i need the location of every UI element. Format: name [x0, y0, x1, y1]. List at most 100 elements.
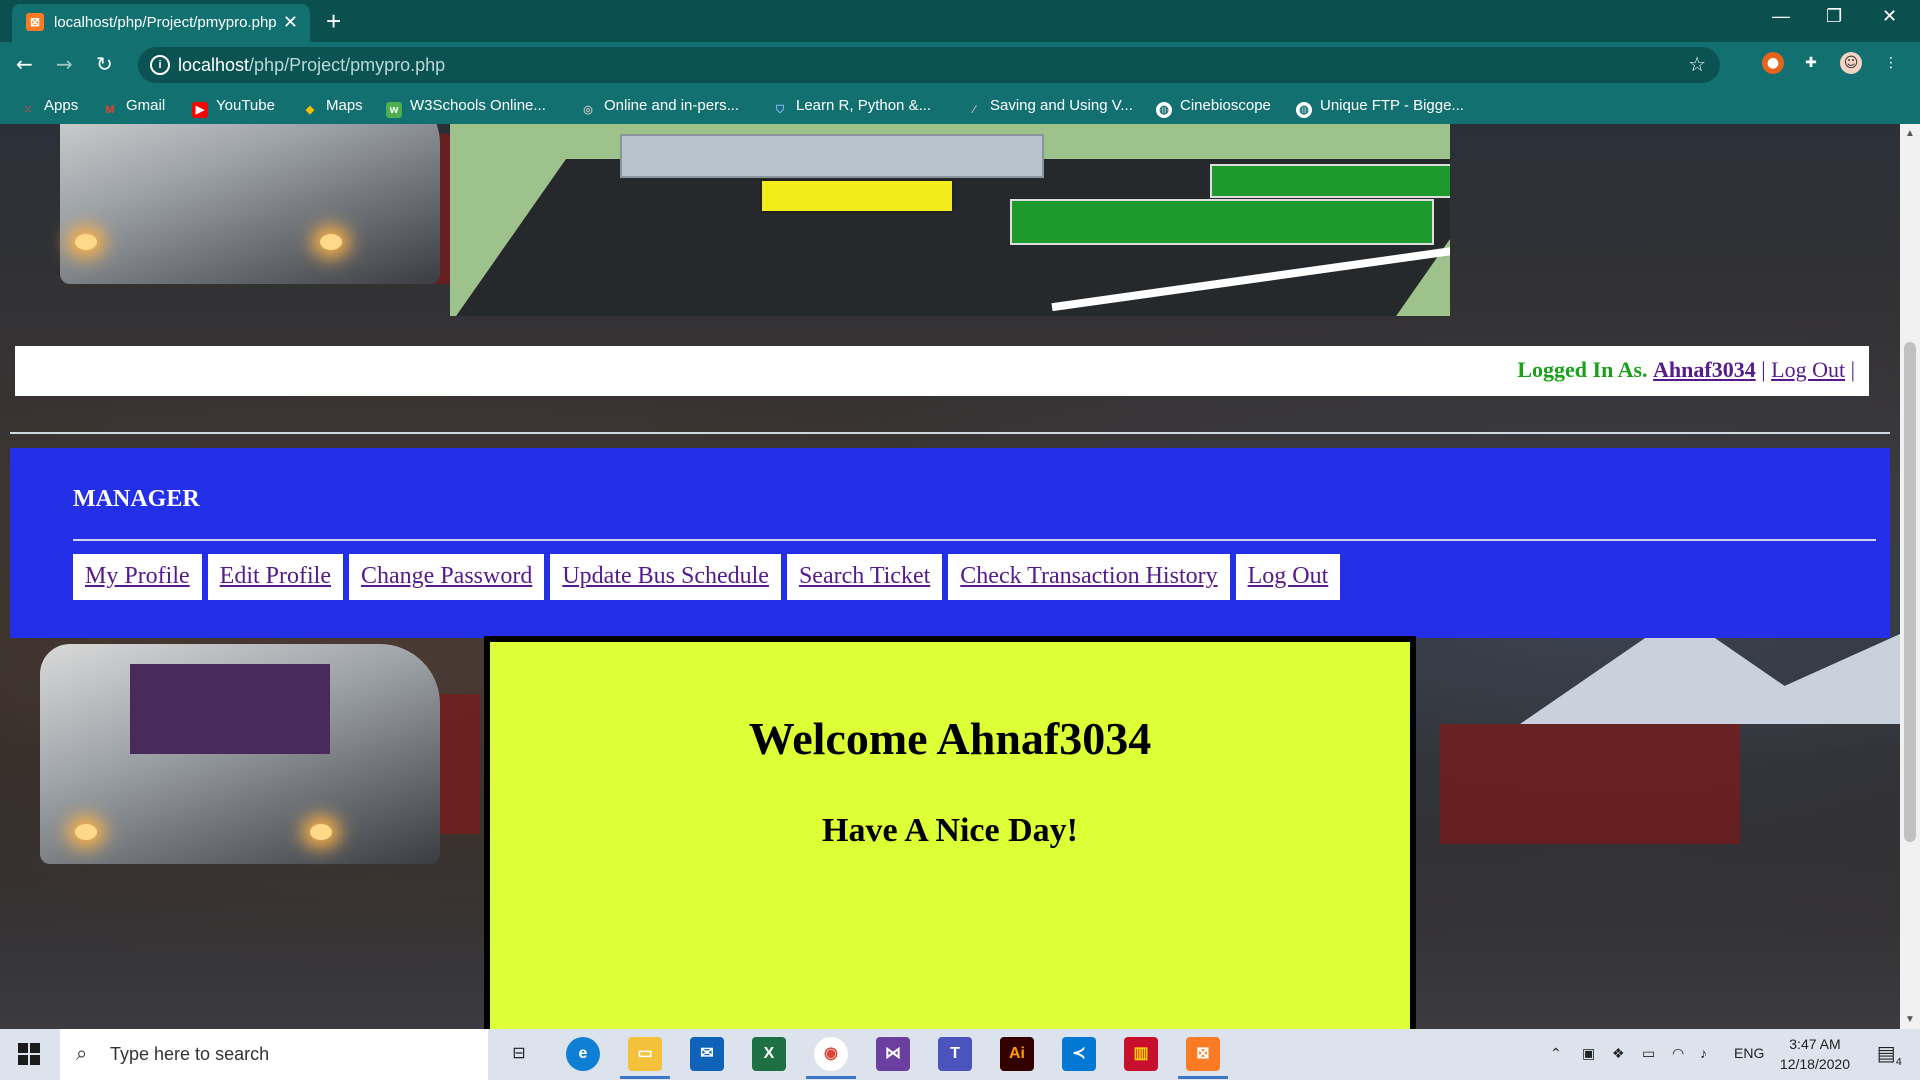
extensions-puzzle-icon[interactable]: ✚	[1800, 52, 1822, 74]
bookmark-unique-ftp[interactable]: ◍ Unique FTP - Bigge...	[1296, 97, 1464, 118]
page-viewport: Logged In As. Ahnaf3034 | Log Out | MANA…	[0, 124, 1900, 1029]
menu-check-transaction-history[interactable]: Check Transaction History	[948, 554, 1230, 600]
wifi-icon[interactable]: ◠	[1672, 1045, 1684, 1062]
close-window-icon[interactable]: ✕	[1882, 6, 1897, 27]
page-scrollbar[interactable]: ▲ ▼	[1900, 124, 1920, 1029]
task-view-icon[interactable]: ⊟	[502, 1037, 536, 1071]
divider	[10, 432, 1890, 434]
back-icon[interactable]: ←	[16, 52, 33, 76]
manager-menu: My Profile Edit Profile Change Password …	[73, 554, 1341, 600]
minimize-icon[interactable]: —	[1772, 6, 1790, 27]
youtube-icon: ▶	[192, 102, 208, 118]
menu-my-profile[interactable]: My Profile	[73, 554, 202, 600]
illustrator-icon[interactable]: Ai	[1000, 1037, 1034, 1071]
battery-icon[interactable]: ▭	[1642, 1045, 1655, 1062]
tray-device-icon[interactable]: ▣	[1582, 1045, 1595, 1062]
restore-icon[interactable]: ❐	[1826, 6, 1842, 27]
dropbox-icon[interactable]: ❖	[1612, 1045, 1625, 1062]
language-indicator[interactable]: ENG	[1734, 1045, 1764, 1061]
chrome-icon[interactable]: ◉	[806, 1037, 856, 1079]
windows-start-icon[interactable]	[18, 1043, 40, 1065]
w3schools-icon: w	[386, 102, 402, 118]
bookmark-w3schools[interactable]: w W3Schools Online...	[386, 97, 546, 118]
edge-icon[interactable]: e	[566, 1037, 600, 1071]
xampp-icon[interactable]: ⊠	[1178, 1037, 1228, 1079]
tab-title: localhost/php/Project/pmypro.php	[54, 14, 276, 31]
menu-edit-profile[interactable]: Edit Profile	[207, 554, 343, 600]
background-scenery	[1440, 724, 1740, 844]
maps-pin-icon: ◆	[305, 104, 315, 116]
search-placeholder: Type here to search	[110, 1044, 270, 1064]
bookmark-gmail[interactable]: M Gmail	[102, 97, 165, 118]
extension-fox-icon[interactable]: ●	[1762, 52, 1784, 74]
browser-toolbar: ← → ↻ i localhost/php/Project/pmypro.php…	[0, 42, 1920, 88]
browser-tab-strip: ⊠ localhost/php/Project/pmypro.php ✕ + —…	[0, 0, 1920, 42]
globe-icon: ◍	[1156, 102, 1172, 118]
mountain-image	[1700, 634, 1900, 724]
welcome-subtitle: Have A Nice Day!	[822, 812, 1078, 849]
reload-icon[interactable]: ↻	[96, 52, 113, 76]
address-bar[interactable]: i localhost/php/Project/pmypro.php ☆	[138, 47, 1720, 83]
browser-tab-active[interactable]: ⊠ localhost/php/Project/pmypro.php ✕	[12, 4, 310, 42]
welcome-panel: Welcome Ahnaf3034 Have A Nice Day!	[484, 636, 1416, 1029]
bookmark-online[interactable]: ◎ Online and in-pers...	[580, 97, 739, 118]
excel-icon[interactable]: X	[752, 1037, 786, 1071]
scrollbar-thumb[interactable]	[1904, 342, 1916, 842]
bookmarks-bar: ⁙ Apps M Gmail ▶ YouTube ◆ Maps w W3Schools O…	[0, 88, 1920, 124]
winrar-icon[interactable]: ▥	[1124, 1037, 1158, 1071]
separator: |	[1850, 357, 1855, 382]
clock-date: 12/18/2020	[1779, 1056, 1850, 1072]
bookmark-icon: ∕	[973, 104, 975, 116]
globe-icon: ◍	[1296, 102, 1312, 118]
bookmark-maps[interactable]: ◆ Maps	[302, 97, 363, 118]
taskbar-search-box[interactable]: ⌕ Type here to search	[60, 1029, 488, 1080]
bus-station-banner-image	[450, 124, 1450, 316]
chrome-menu-icon[interactable]: ⋮	[1880, 52, 1902, 74]
welcome-title: Welcome Ahnaf3034	[748, 713, 1152, 764]
bookmark-youtube[interactable]: ▶ YouTube	[192, 97, 275, 118]
bookmark-learn-r[interactable]: ⛉ Learn R, Python &...	[772, 97, 931, 118]
file-explorer-icon[interactable]: ▭	[620, 1037, 670, 1079]
new-tab-button[interactable]: +	[326, 6, 341, 37]
username-link[interactable]: Ahnaf3034	[1653, 357, 1756, 382]
manager-heading: MANAGER	[73, 486, 200, 512]
teams-icon[interactable]: T	[938, 1037, 972, 1071]
url-text: localhost/php/Project/pmypro.php	[178, 55, 446, 75]
windows-taskbar: ⌕ Type here to search ⊟ e ▭ ✉ X ◉ ⋈ T Ai…	[0, 1029, 1920, 1080]
login-status: Logged In As. Ahnaf3034 | Log Out |	[1517, 357, 1855, 383]
notification-center-icon[interactable]: ▤4	[1877, 1041, 1902, 1068]
bus-image	[60, 124, 440, 284]
separator: |	[1761, 357, 1766, 382]
scroll-down-icon[interactable]: ▼	[1905, 1014, 1915, 1025]
menu-search-ticket[interactable]: Search Ticket	[786, 554, 943, 600]
menu-log-out[interactable]: Log Out	[1235, 554, 1341, 600]
logout-link[interactable]: Log Out	[1771, 357, 1845, 382]
gmail-icon: M	[105, 104, 115, 116]
system-clock[interactable]: 3:47 AM 12/18/2020	[1780, 1034, 1850, 1074]
menu-change-password[interactable]: Change Password	[349, 554, 545, 600]
notification-count: 4	[1895, 1057, 1902, 1068]
apps-grid-icon: ⁙	[23, 104, 33, 116]
forward-icon[interactable]: →	[56, 52, 73, 76]
login-status-bar: Logged In As. Ahnaf3034 | Log Out |	[15, 346, 1869, 396]
menu-update-bus-schedule[interactable]: Update Bus Schedule	[550, 554, 781, 600]
vscode-icon[interactable]: ≺	[1062, 1037, 1096, 1071]
bookmark-saving[interactable]: ∕ Saving and Using V...	[966, 97, 1133, 118]
visual-studio-icon[interactable]: ⋈	[876, 1037, 910, 1071]
site-info-icon[interactable]: i	[150, 55, 170, 75]
bookmark-cinebioscope[interactable]: ◍ Cinebioscope	[1156, 97, 1271, 118]
bookmark-apps[interactable]: ⁙ Apps	[20, 97, 78, 118]
tray-chevron-icon[interactable]: ⌃	[1550, 1045, 1562, 1062]
globe-icon: ◎	[583, 104, 593, 116]
manager-panel: MANAGER My Profile Edit Profile Change P…	[10, 448, 1890, 638]
logged-in-label: Logged In As.	[1517, 357, 1648, 382]
search-icon: ⌕	[76, 1041, 88, 1065]
tab-close-icon[interactable]: ✕	[283, 12, 298, 33]
shield-icon: ⛉	[775, 104, 785, 116]
volume-icon[interactable]: ♪	[1700, 1045, 1707, 1061]
bookmark-star-icon[interactable]: ☆	[1688, 52, 1706, 77]
profile-avatar[interactable]: ☺	[1840, 52, 1862, 74]
xampp-icon: ⊠	[26, 13, 44, 31]
scroll-up-icon[interactable]: ▲	[1905, 128, 1915, 139]
mail-icon[interactable]: ✉	[690, 1037, 724, 1071]
